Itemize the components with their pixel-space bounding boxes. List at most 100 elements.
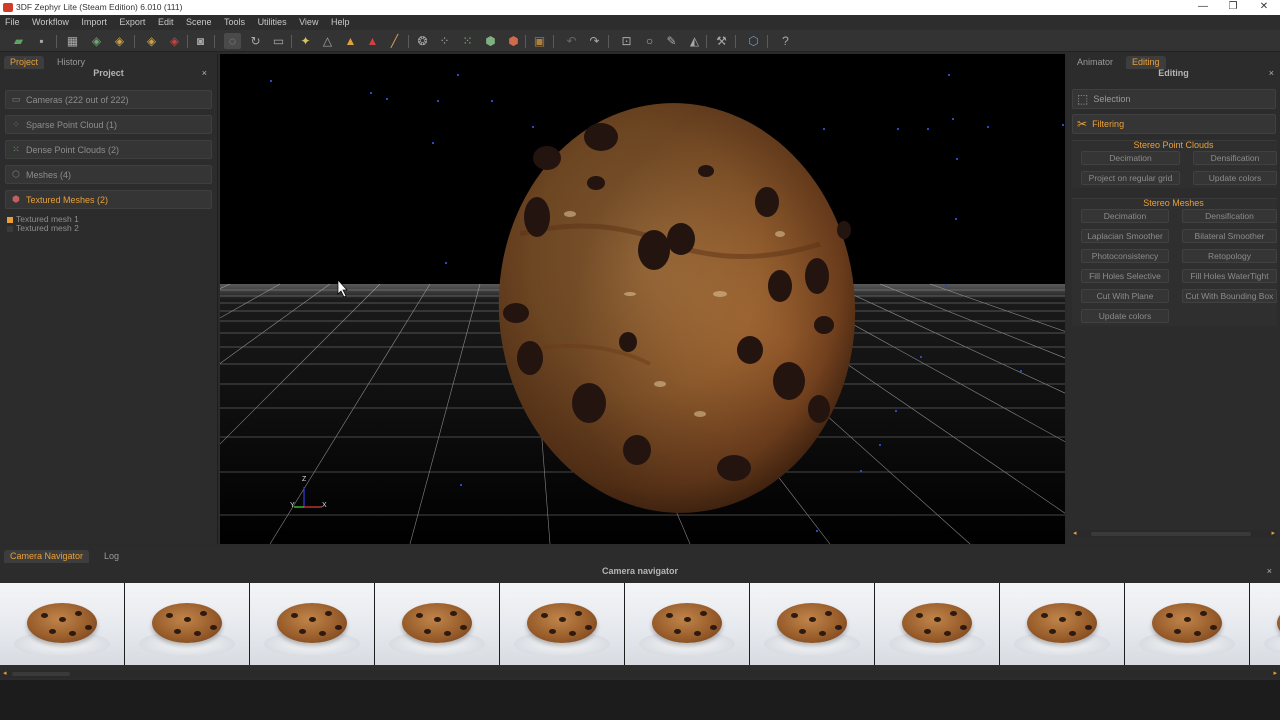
sm-update-colors-button[interactable]: Update colors — [1081, 309, 1169, 323]
scroll-right-icon[interactable]: ▸ — [1271, 529, 1275, 537]
list-item[interactable]: Textured mesh 2 — [7, 224, 79, 233]
close-icon[interactable]: × — [1267, 566, 1272, 576]
3d-viewport[interactable]: Z Y X — [220, 54, 1065, 544]
scrollbar-thumb[interactable] — [1091, 532, 1251, 536]
dense-cloud-tool-icon[interactable]: ⁙ — [459, 33, 476, 49]
textured-cube-icon[interactable]: ⬢ — [505, 33, 522, 49]
new-project-icon[interactable]: ▰ — [10, 33, 27, 49]
menu-tools[interactable]: Tools — [219, 15, 250, 29]
tab-camera-navigator[interactable]: Camera Navigator — [4, 550, 90, 563]
editing-panel-title: Editing — [1158, 68, 1189, 78]
visibility-indicator[interactable] — [7, 225, 13, 232]
orbit-icon[interactable]: ◌ — [224, 33, 241, 49]
spc-project-grid-button[interactable]: Project on regular grid — [1081, 171, 1180, 185]
scroll-left-icon[interactable]: ◂ — [1073, 529, 1077, 537]
close-icon[interactable]: × — [202, 68, 207, 78]
menu-export[interactable]: Export — [114, 15, 150, 29]
cut-with-bounding-box-button[interactable]: Cut With Bounding Box — [1182, 289, 1277, 303]
sphere-points-icon[interactable]: ❂ — [414, 33, 431, 49]
menu-utilities[interactable]: Utilities — [253, 15, 292, 29]
mesh-triangle-red-icon[interactable]: ▲ — [364, 33, 381, 49]
camera-thumbnail[interactable] — [1000, 583, 1124, 665]
menu-file[interactable]: File — [0, 15, 25, 29]
fill-holes-selective-button[interactable]: Fill Holes Selective — [1081, 269, 1169, 283]
select-box-icon[interactable]: ⊡ — [618, 33, 635, 49]
cube-red-icon[interactable]: ◈ — [166, 33, 183, 49]
tab-log[interactable]: Log — [98, 550, 125, 563]
camera-snapshot-icon[interactable]: ◙ — [192, 33, 209, 49]
camera-thumbnail[interactable] — [375, 583, 499, 665]
textured-mesh-icon: ⬢ — [12, 194, 20, 204]
menu-import[interactable]: Import — [76, 15, 112, 29]
close-window-button[interactable]: ✕ — [1249, 0, 1279, 15]
spc-update-colors-button[interactable]: Update colors — [1193, 171, 1277, 185]
save-project-icon[interactable]: ▪ — [33, 33, 50, 49]
fit-view-icon[interactable]: ▭ — [270, 33, 287, 49]
mesh-icon: ⬡ — [12, 169, 20, 179]
project-item-dense-point-clouds[interactable]: ⁙ Dense Point Clouds (2) — [5, 140, 212, 159]
scrollbar-thumb[interactable] — [12, 672, 70, 676]
minimize-button[interactable]: — — [1188, 0, 1218, 15]
section-filtering[interactable]: ✂ Filtering — [1072, 114, 1276, 134]
bounding-box-icon[interactable]: ▣ — [531, 33, 548, 49]
view-cube-icon[interactable]: ⬡ — [745, 33, 762, 49]
fill-holes-watertight-button[interactable]: Fill Holes WaterTight — [1182, 269, 1277, 283]
sm-decimation-button[interactable]: Decimation — [1081, 209, 1169, 223]
camera-thumbnail[interactable] — [1125, 583, 1249, 665]
brush-icon[interactable]: ╱ — [386, 33, 403, 49]
camera-thumbnail[interactable] — [250, 583, 374, 665]
mesh-cube-icon[interactable]: ⬢ — [482, 33, 499, 49]
editing-scrollbar[interactable]: ◂ ▸ — [1071, 530, 1277, 538]
workspace-icon[interactable]: ▦ — [64, 33, 81, 49]
scroll-left-icon[interactable]: ◂ — [3, 669, 7, 677]
photoconsistency-button[interactable]: Photoconsistency — [1081, 249, 1169, 263]
camera-thumbnail[interactable] — [875, 583, 999, 665]
camera-thumbnail[interactable] — [0, 583, 124, 665]
bilateral-smoother-button[interactable]: Bilateral Smoother — [1182, 229, 1277, 243]
main-toolbar: ▰ ▪ ▦ ◈ ◈ ◈ ◈ ◙ ◌ ↻ ▭ ✦ △ ▲ ▲ ╱ ❂ ⁘ ⁙ ⬢ … — [0, 30, 1280, 52]
cut-with-plane-button[interactable]: Cut With Plane — [1081, 289, 1169, 303]
camera-strip-scrollbar[interactable]: ◂ ▸ — [0, 670, 1280, 678]
rotate-icon[interactable]: ↻ — [247, 33, 264, 49]
sm-densification-button[interactable]: Densification — [1182, 209, 1277, 223]
cube-green-icon[interactable]: ◈ — [88, 33, 105, 49]
menu-help[interactable]: Help — [326, 15, 355, 29]
close-icon[interactable]: × — [1269, 68, 1274, 78]
dotted-cloud-icon[interactable]: ⁘ — [436, 33, 453, 49]
cube-yellow-icon[interactable]: ◈ — [111, 33, 128, 49]
project-item-meshes[interactable]: ⬡ Meshes (4) — [5, 165, 212, 184]
project-item-sparse-point-cloud[interactable]: ⁘ Sparse Point Cloud (1) — [5, 115, 212, 134]
tools-icon[interactable]: ⚒ — [713, 33, 730, 49]
maximize-button[interactable]: ❐ — [1218, 0, 1248, 15]
mesh-triangle-icon[interactable]: △ — [319, 33, 336, 49]
project-item-cameras[interactable]: ▭ Cameras (222 out of 222) — [5, 90, 212, 109]
camera-thumbnail[interactable] — [750, 583, 874, 665]
mesh-triangle-orange-icon[interactable]: ▲ — [342, 33, 359, 49]
camera-thumbnail[interactable] — [125, 583, 249, 665]
camera-thumbnail[interactable] — [500, 583, 624, 665]
camera-thumbnail[interactable] — [625, 583, 749, 665]
help-icon[interactable]: ? — [777, 33, 794, 49]
scroll-right-icon[interactable]: ▸ — [1273, 669, 1277, 677]
retopology-button[interactable]: Retopology — [1182, 249, 1277, 263]
menu-scene[interactable]: Scene — [181, 15, 217, 29]
menu-workflow[interactable]: Workflow — [27, 15, 74, 29]
section-selection[interactable]: ⬚ Selection — [1072, 89, 1276, 109]
select-plane-icon[interactable]: ◭ — [686, 33, 703, 49]
light-bulb-icon[interactable]: ✦ — [297, 33, 314, 49]
laplacian-smoother-button[interactable]: Laplacian Smoother — [1081, 229, 1169, 243]
cube-orange-icon[interactable]: ◈ — [143, 33, 160, 49]
undo-icon[interactable]: ↶ — [563, 33, 580, 49]
selection-icon: ⬚ — [1077, 92, 1089, 106]
menu-view[interactable]: View — [294, 15, 323, 29]
select-lasso-icon[interactable]: ○ — [641, 33, 658, 49]
camera-thumbnail[interactable] — [1250, 583, 1280, 665]
toolbar-separator — [525, 35, 526, 48]
spc-decimation-button[interactable]: Decimation — [1081, 151, 1180, 165]
menu-edit[interactable]: Edit — [153, 15, 179, 29]
select-paint-icon[interactable]: ✎ — [663, 33, 680, 49]
project-item-textured-meshes[interactable]: ⬢ Textured Meshes (2) — [5, 190, 212, 209]
spc-densification-button[interactable]: Densification — [1193, 151, 1277, 165]
redo-icon[interactable]: ↷ — [586, 33, 603, 49]
visibility-indicator[interactable] — [7, 216, 13, 223]
